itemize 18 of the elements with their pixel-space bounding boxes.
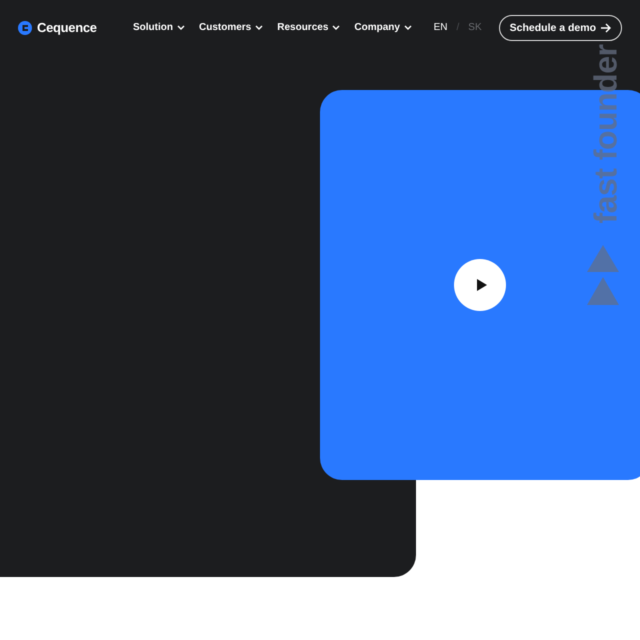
language-separator: / (456, 22, 460, 33)
brand-name: Cequence (37, 20, 97, 35)
nav-menu-item[interactable]: Company (354, 22, 412, 33)
arrow-right-icon (600, 22, 612, 32)
nav-menu-item[interactable]: Resources (277, 22, 340, 33)
chevron-down-icon (404, 25, 412, 30)
nav-menu-item[interactable]: Customers (199, 22, 264, 33)
chevron-down-icon (255, 25, 264, 30)
video-caption: fast founder (586, 44, 624, 226)
chevron-down-icon (177, 25, 185, 30)
schedule-demo-button[interactable]: Schedule a demo (498, 14, 622, 40)
chevron-down-icon (332, 25, 340, 30)
play-icon (476, 279, 486, 291)
logo-icon (18, 20, 32, 34)
nav-menu-item[interactable]: Solution (133, 22, 185, 33)
triangles-icon (587, 245, 619, 305)
play-button[interactable] (454, 259, 506, 311)
language-link[interactable]: EN (434, 22, 448, 33)
